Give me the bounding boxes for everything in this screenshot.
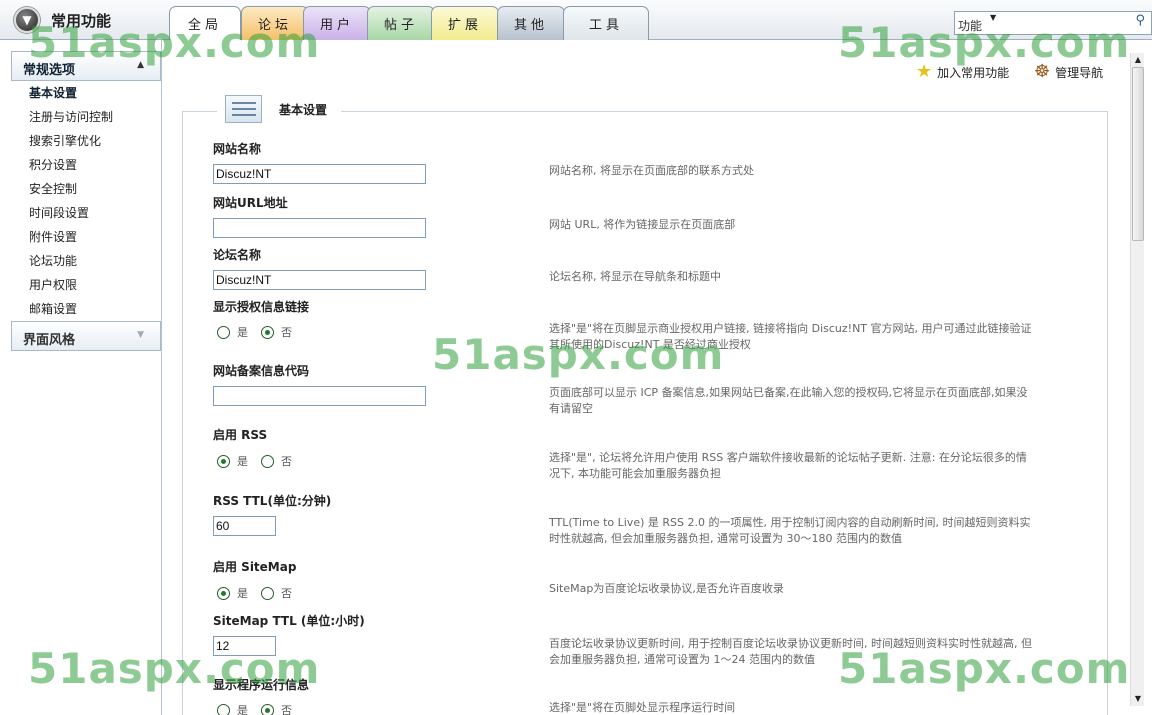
sidebar: 常规选项 ▲ 基本设置 注册与访问控制 搜索引擎优化 积分设置 安全控制 时间段设… bbox=[0, 40, 162, 715]
search-input[interactable]: 功能 ▼ ⚲ bbox=[954, 11, 1152, 35]
sidebar-item-forum-func[interactable]: 论坛功能 bbox=[29, 252, 77, 269]
arrow-down-circle-icon[interactable]: ▼ bbox=[14, 7, 40, 33]
field-label-rss-ttl: RSS TTL(单位:分钟) bbox=[213, 494, 332, 508]
field-desc-run-info: 选择"是"将在页脚处显示程序运行时间 bbox=[549, 701, 736, 714]
radio-no[interactable] bbox=[261, 703, 274, 715]
radio-no[interactable] bbox=[261, 325, 274, 339]
forum-name-input[interactable]: Discuz!NT bbox=[213, 270, 426, 290]
chevron-down-icon[interactable]: ▼ bbox=[990, 13, 996, 22]
field-desc-rss: 选择"是", 论坛将允许用户使用 RSS 客户端软件接收最新的论坛帖子更新. 注… bbox=[549, 451, 1027, 480]
field-label-forum-name: 论坛名称 bbox=[213, 248, 262, 262]
radio-yes[interactable] bbox=[217, 454, 230, 468]
icp-input[interactable] bbox=[213, 386, 426, 406]
fieldset-legend: 基本设置 bbox=[217, 95, 342, 123]
vertical-scrollbar[interactable]: ▲ ▼ bbox=[1130, 53, 1144, 706]
sidebar-item-mail[interactable]: 邮箱设置 bbox=[29, 300, 77, 317]
radio-no[interactable] bbox=[261, 586, 274, 600]
field-label-license-link: 显示授权信息链接 bbox=[213, 300, 310, 314]
sidebar-item-time[interactable]: 时间段设置 bbox=[29, 204, 89, 221]
sidebar-item-credits[interactable]: 积分设置 bbox=[29, 156, 77, 173]
chevron-down-icon: ▼ bbox=[137, 330, 144, 340]
field-label-site-name: 网站名称 bbox=[213, 142, 262, 156]
field-desc-rss-ttl: TTL(Time to Live) 是 RSS 2.0 的一项属性, 用于控制订… bbox=[549, 516, 1031, 545]
star-icon: ★ bbox=[916, 61, 933, 82]
sidebar-section-general[interactable]: 常规选项 ▲ bbox=[11, 51, 161, 81]
top-bar: ▼ 常用功能 全局 论坛 用户 帖子 扩展 其他 工具 功能 ▼ ⚲ bbox=[0, 0, 1152, 41]
sitemap-radio-group: 是 否 bbox=[217, 585, 305, 601]
search-value: 功能 bbox=[958, 19, 983, 33]
tab-extensions[interactable]: 扩展 bbox=[431, 6, 499, 40]
field-label-run-info: 显示程序运行信息 bbox=[213, 678, 310, 692]
field-desc-site-url: 网站 URL, 将作为链接显示在页面底部 bbox=[549, 218, 736, 231]
admin-nav-button[interactable]: ☸ 管理导航 bbox=[1034, 63, 1103, 81]
document-icon bbox=[225, 95, 262, 123]
sitemap-ttl-input[interactable]: 12 bbox=[213, 636, 276, 656]
site-url-input[interactable] bbox=[213, 218, 426, 238]
tab-other[interactable]: 其他 bbox=[497, 6, 565, 40]
field-label-site-url: 网站URL地址 bbox=[213, 196, 288, 210]
tab-users[interactable]: 用户 bbox=[303, 6, 371, 40]
site-name-input[interactable]: Discuz!NT bbox=[213, 164, 426, 184]
radio-yes[interactable] bbox=[217, 703, 230, 715]
sidebar-item-seo[interactable]: 搜索引擎优化 bbox=[29, 132, 101, 149]
rss-radio-group: 是 否 bbox=[217, 453, 305, 469]
header-title: 常用功能 bbox=[51, 11, 112, 30]
sidebar-item-basic[interactable]: 基本设置 bbox=[29, 84, 77, 101]
field-label-icp: 网站备案信息代码 bbox=[213, 364, 310, 378]
run-info-radio-group: 是 否 bbox=[217, 702, 305, 715]
license-link-radio-group: 是 否 bbox=[217, 324, 305, 340]
field-desc-site-name: 网站名称, 将显示在页面底部的联系方式处 bbox=[549, 164, 754, 177]
scroll-up-icon[interactable]: ▲ bbox=[1131, 53, 1145, 67]
field-label-sitemap: 启用 SiteMap bbox=[213, 560, 297, 574]
tab-tools[interactable]: 工具 bbox=[563, 6, 649, 40]
field-label-rss: 启用 RSS bbox=[213, 428, 268, 442]
sidebar-item-attachment[interactable]: 附件设置 bbox=[29, 228, 77, 245]
add-favorite-button[interactable]: ★ 加入常用功能 bbox=[916, 63, 1009, 81]
tab-forum[interactable]: 论坛 bbox=[241, 6, 309, 40]
field-desc-sitemap: SiteMap为百度论坛收录协议,是否允许百度收录 bbox=[549, 582, 784, 595]
tab-posts[interactable]: 帖子 bbox=[367, 6, 435, 40]
field-desc-license-link: 选择"是"将在页脚显示商业授权用户链接, 链接将指向 Discuz!NT 官方网… bbox=[549, 322, 1032, 351]
sidebar-item-security[interactable]: 安全控制 bbox=[29, 180, 77, 197]
radio-yes[interactable] bbox=[217, 586, 230, 600]
chevron-up-icon: ▲ bbox=[137, 60, 144, 70]
field-desc-icp: 页面底部可以显示 ICP 备案信息,如果网站已备案,在此输入您的授权码,它将显示… bbox=[549, 386, 1028, 415]
sidebar-item-register[interactable]: 注册与访问控制 bbox=[29, 108, 113, 125]
tab-global[interactable]: 全局 bbox=[169, 6, 241, 41]
sidebar-item-user-perm[interactable]: 用户权限 bbox=[29, 276, 77, 293]
scroll-thumb[interactable] bbox=[1132, 67, 1144, 241]
field-desc-forum-name: 论坛名称, 将显示在导航条和标题中 bbox=[549, 270, 721, 283]
radio-yes[interactable] bbox=[217, 325, 230, 339]
brand[interactable]: ▼ 常用功能 bbox=[14, 7, 112, 33]
rss-ttl-input[interactable]: 60 bbox=[213, 516, 276, 536]
search-icon[interactable]: ⚲ bbox=[1135, 13, 1145, 28]
ship-wheel-icon: ☸ bbox=[1034, 61, 1051, 82]
scroll-down-icon[interactable]: ▼ bbox=[1131, 692, 1145, 706]
sidebar-section-style[interactable]: 界面风格 ▼ bbox=[11, 321, 161, 351]
field-label-sitemap-ttl: SiteMap TTL (单位:小时) bbox=[213, 614, 365, 628]
field-desc-sitemap-ttl: 百度论坛收录协议更新时间, 用于控制百度论坛收录协议更新时间, 时间越短则资料实… bbox=[549, 637, 1032, 666]
radio-no[interactable] bbox=[261, 454, 274, 468]
